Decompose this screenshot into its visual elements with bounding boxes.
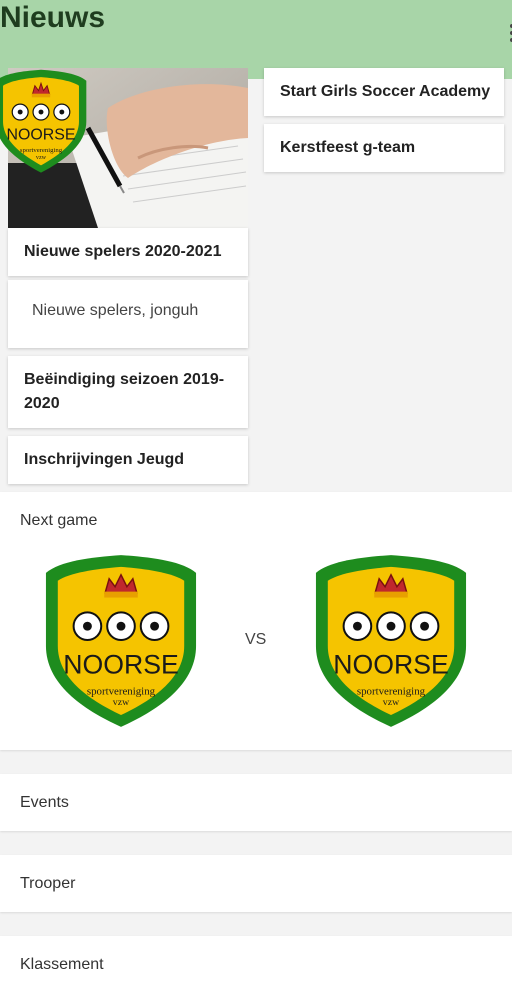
svg-text:vzw: vzw bbox=[383, 697, 400, 708]
svg-text:sportvereniging: sportvereniging bbox=[20, 147, 63, 154]
news-title: Inschrijvingen Jeugd bbox=[24, 451, 185, 468]
news-card-girls-soccer-academy[interactable]: Start Girls Soccer Academy bbox=[264, 68, 504, 116]
news-title: Beëindiging seizoen 2019-2020 bbox=[24, 371, 225, 412]
home-team-logo[interactable]: NOORSE sportvereniging vzw bbox=[42, 550, 200, 730]
events-section[interactable]: Events bbox=[0, 774, 512, 831]
away-team-logo[interactable]: NOORSE sportvereniging vzw bbox=[312, 550, 470, 730]
svg-text:vzw: vzw bbox=[36, 155, 47, 161]
news-card-inschrijvingen-jeugd[interactable]: Inschrijvingen Jeugd bbox=[8, 436, 248, 484]
svg-text:sportvereniging: sportvereniging bbox=[87, 685, 156, 697]
svg-text:NOORSE: NOORSE bbox=[7, 127, 76, 144]
vs-label: VS bbox=[245, 631, 267, 648]
news-card-kerstfeest-g-team[interactable]: Kerstfeest g-team bbox=[264, 124, 504, 172]
svg-text:NOORSE: NOORSE bbox=[63, 650, 179, 680]
svg-text:vzw: vzw bbox=[113, 697, 130, 708]
svg-text:NOORSE: NOORSE bbox=[333, 650, 449, 680]
next-game-label: Next game bbox=[20, 512, 98, 529]
news-excerpt: Nieuwe spelers, jonguh bbox=[32, 302, 199, 319]
more-menu-icon[interactable] bbox=[508, 24, 512, 46]
klassement-label: Klassement bbox=[20, 956, 104, 973]
news-title: Start Girls Soccer Academy bbox=[280, 83, 491, 100]
news-card-beeindiging-seizoen[interactable]: Beëindiging seizoen 2019-2020 bbox=[8, 356, 248, 428]
klassement-section[interactable]: Klassement bbox=[0, 936, 512, 993]
news-title: Kerstfeest g-team bbox=[280, 139, 416, 156]
svg-text:sportvereniging: sportvereniging bbox=[357, 685, 426, 697]
news-title: Nieuwe spelers 2020-2021 bbox=[24, 243, 222, 260]
news-excerpt-card[interactable]: Nieuwe spelers, jonguh bbox=[8, 280, 248, 348]
events-label: Events bbox=[20, 794, 69, 811]
page-title: Nieuws bbox=[0, 1, 106, 34]
club-logo[interactable]: NOORSE sportvereniging vzw bbox=[0, 57, 90, 183]
trooper-section[interactable]: Trooper bbox=[0, 855, 512, 912]
trooper-label: Trooper bbox=[20, 875, 76, 892]
news-card-nieuwe-spelers[interactable]: Nieuwe spelers 2020-2021 bbox=[8, 228, 248, 276]
